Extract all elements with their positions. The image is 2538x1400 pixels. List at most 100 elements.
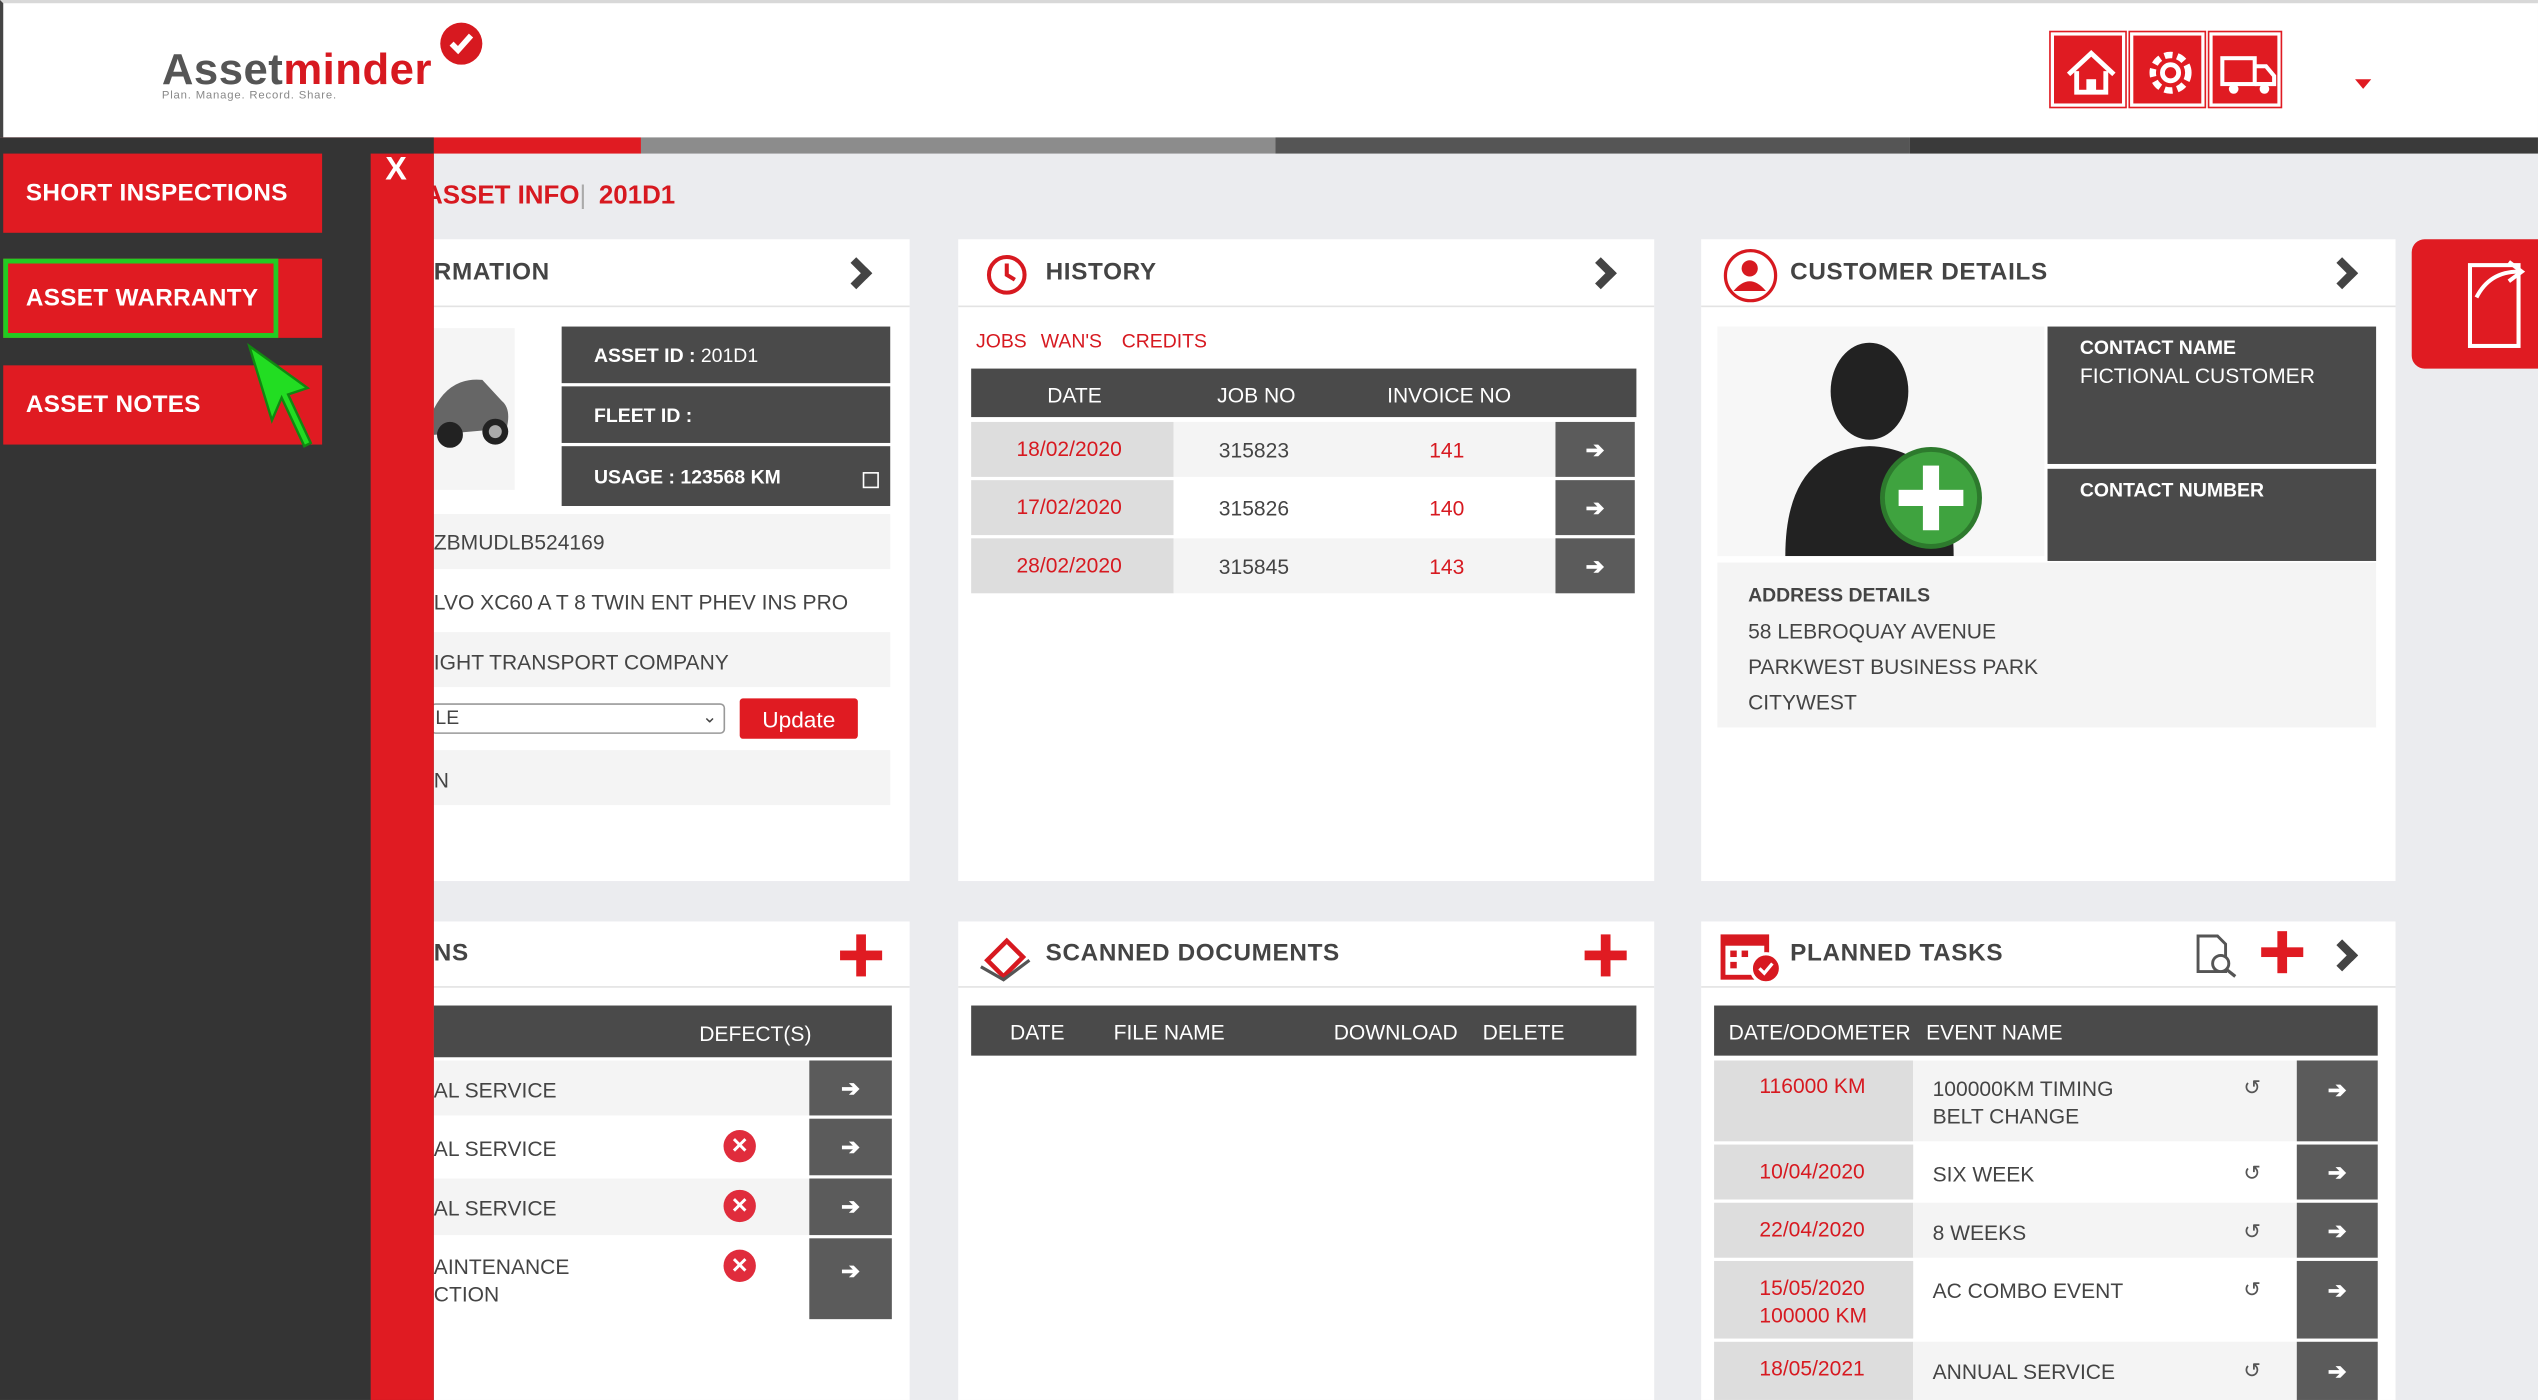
col-date-odometer: DATE/ODOMETER [1728,1020,1911,1045]
history-title: HISTORY [1045,258,1157,287]
close-menu-button[interactable]: X [385,152,407,189]
tab-wans[interactable]: WAN'S [1041,330,1102,353]
company-value: IGHT TRANSPORT COMPANY [433,649,729,675]
col-delete: DELETE [1482,1020,1565,1045]
col-invoice-no: INVOICE NO [1387,383,1512,408]
fleet-id-field: FLEET ID : [561,386,891,443]
divider [372,986,910,988]
task-event: SIX WEEK [1932,1162,2035,1187]
contact-number-label: CONTACT NUMBER [2079,478,2265,502]
address-line-3: CITYWEST [1748,690,1857,715]
history-invoice[interactable]: 140 [1429,496,1464,520]
extra-row-value: N [433,767,449,793]
contact-name-value: FICTIONAL CUSTOMER [2079,363,2315,388]
history-job: 315826 [1218,496,1290,521]
task-date: 18/05/2021 [1759,1356,1865,1381]
inspections-title: NS [433,939,469,967]
tab-credits[interactable]: CREDITS [1122,330,1207,353]
user-dropdown-caret-icon[interactable] [2355,79,2372,89]
inspections-table-header [433,1005,892,1058]
history-date: 18/02/2020 [1016,436,1122,461]
history-clock-icon [982,251,1031,308]
col-date: DATE [1010,1020,1065,1045]
home-icon[interactable] [2050,32,2126,107]
col-download: DOWNLOAD [1333,1020,1458,1045]
edit-icon[interactable] [862,472,879,489]
breadcrumb-asset: 201D1 [598,182,676,211]
add-task-icon[interactable] [2261,931,2304,974]
arrow-right-icon[interactable]: ➔ [1555,480,1635,536]
tab-jobs[interactable]: JOBS [976,330,1027,353]
divider [1701,986,2396,988]
arrow-right-icon[interactable]: ➔ [1555,421,1635,477]
arrow-right-icon[interactable]: ➔ [2296,1144,2378,1200]
defect-x-icon: ✕ [723,1189,756,1223]
task-date: 116000 KM [1759,1073,1866,1098]
customer-details-title: CUSTOMER DETAILS [1790,258,2048,287]
customer-avatar [1717,326,2045,557]
arrow-right-icon[interactable]: ➔ [2296,1202,2378,1258]
arrow-right-icon[interactable]: ➔ [2296,1260,2378,1339]
divider [372,305,910,308]
calendar-icon [1719,930,1784,993]
history-icon[interactable]: ↺ [2243,1358,2261,1384]
history-job: 315845 [1218,554,1290,579]
task-date: 22/04/2020 [1759,1217,1865,1242]
inspection-name: AINTENANCE [433,1254,570,1279]
defect-x-icon: ✕ [723,1130,756,1163]
cursor-arrow-icon [243,339,316,460]
inspection-name: AL SERVICE [433,1136,557,1161]
update-button[interactable]: Update [739,698,858,739]
sidebar-item-short-inspections[interactable]: SHORT INSPECTIONS [3,153,323,233]
add-document-icon[interactable] [1584,934,1627,977]
arrow-right-icon[interactable]: ➔ [1555,538,1635,594]
arrow-right-icon[interactable]: ➔ [2296,1060,2378,1142]
logo[interactable]: Assetminder [162,45,432,95]
model-value: LVO XC60 A T 8 TWIN ENT PHEV INS PRO [433,590,849,615]
history-date: 17/02/2020 [1016,494,1122,519]
asset-info-title: RMATION [433,258,550,287]
history-invoice[interactable]: 141 [1429,438,1464,462]
status-select[interactable]: LE ⌄ [430,703,726,734]
gear-icon[interactable] [2130,32,2205,107]
history-icon[interactable]: ↺ [2243,1277,2261,1303]
task-date-line2: 100000 KM [1759,1302,1868,1328]
inspection-name: AL SERVICE [433,1078,557,1103]
address-line-1: 58 LEBROQUAY AVENUE [1748,619,1997,644]
task-event: 100000KM TIMING [1932,1076,2114,1101]
contact-name-label: CONTACT NAME [2079,336,2236,359]
external-link-button[interactable] [2411,239,2538,369]
defect-x-icon: ✕ [723,1249,756,1282]
col-event-name: EVENT NAME [1926,1020,2063,1045]
divider [958,986,1655,988]
task-event: 8 WEEKS [1932,1220,2027,1245]
arrow-right-icon[interactable]: ➔ [809,1238,892,1320]
scanned-documents-card [958,921,1655,1400]
scanned-documents-title: SCANNED DOCUMENTS [1045,939,1340,967]
history-date: 28/02/2020 [1016,552,1122,578]
divider [958,305,1655,308]
document-search-icon[interactable] [2193,933,2238,986]
header-stripe-dark [1275,137,1910,154]
add-inspection-icon[interactable] [840,934,883,977]
address-line-2: PARKWEST BUSINESS PARK [1748,654,2039,679]
user-circle-icon [1723,248,1778,303]
arrow-right-icon[interactable]: ➔ [809,1178,892,1236]
arrow-right-icon[interactable]: ➔ [2296,1341,2378,1400]
truck-icon[interactable] [2209,32,2281,107]
sidebar-item-asset-warranty[interactable]: ASSET WARRANTY [3,258,279,338]
history-invoice[interactable]: 143 [1429,554,1464,578]
history-icon[interactable]: ↺ [2243,1075,2261,1101]
history-icon[interactable]: ↺ [2243,1219,2261,1245]
breadcrumb-section: ASSET INFO [424,182,580,211]
usage-field: USAGE : 123568 KM [561,446,891,506]
inspection-name-line2: CTION [433,1281,500,1307]
vin-value: ZBMUDLB524169 [433,530,605,555]
arrow-right-icon[interactable]: ➔ [809,1060,892,1116]
chevron-down-icon: ⌄ [702,708,718,728]
arrow-right-icon[interactable]: ➔ [809,1118,892,1176]
history-icon[interactable]: ↺ [2243,1161,2261,1187]
address-label: ADDRESS DETAILS [1748,583,1931,607]
col-date: DATE [1047,383,1102,408]
sidebar-item-asset-warranty-tail [278,258,323,338]
